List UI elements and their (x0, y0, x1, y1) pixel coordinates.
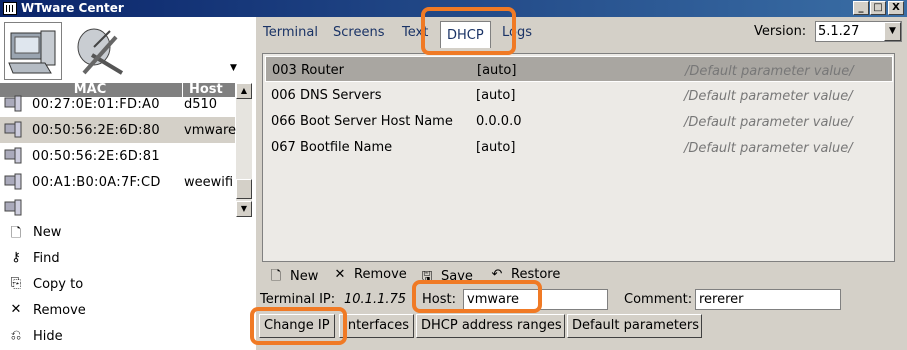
list-item[interactable]: 00:27:0E:01:FD:A0 d510 (0, 91, 235, 117)
tab-logs[interactable]: Logs (502, 25, 532, 40)
change-ip-button[interactable]: Change IP (259, 314, 335, 338)
interfaces-button[interactable]: Interfaces (339, 314, 414, 338)
table-row[interactable]: 067 Bootfile Name [auto] /Default parame… (265, 134, 893, 160)
app-icon (3, 2, 17, 15)
wtware-window: WTware Center _ □ X ▼ MAC Host 00:27:0E:… (0, 0, 907, 350)
host-name: vmware (184, 123, 237, 138)
list-item-selected[interactable]: 00:50:56:2E:6D:80 vmware (0, 117, 237, 143)
left-panel: ▼ MAC Host 00:27:0E:01:FD:A0 d510 00:50:… (0, 17, 256, 350)
param-name: 006 DNS Servers (271, 88, 382, 103)
x-icon: ✕ (10, 302, 22, 317)
computer-icon (4, 173, 22, 190)
save-icon: 🖫 (421, 269, 433, 284)
version-value: 5.1.27 (818, 24, 860, 39)
action-label: New (33, 225, 62, 240)
comment-label: Comment: (624, 292, 693, 307)
action-label: Hide (33, 329, 63, 344)
version-select[interactable]: 5.1.27 ▼ (815, 21, 902, 42)
default-parameters-button[interactable]: Default parameters (567, 314, 702, 338)
x-icon: ✕ (334, 267, 346, 282)
scroll-down-icon[interactable]: ▼ (236, 201, 252, 217)
dhcp-parameters-table[interactable]: 003 Router [auto] /Default parameter val… (262, 53, 895, 262)
mac-address: 00:50:56:2E:6D:80 (32, 123, 160, 138)
hide-icon: ⎌ (10, 328, 22, 343)
save-param-button[interactable]: 🖫 Save (419, 267, 473, 289)
param-desc: /Default parameter value/ (684, 115, 853, 130)
computer-icon (4, 121, 22, 138)
action-label: Remove (33, 303, 86, 318)
param-value: [auto] (476, 88, 516, 103)
comment-input[interactable]: rererer (695, 289, 841, 310)
new-doc-icon: 🗋 (270, 269, 282, 284)
close-button[interactable]: X (888, 1, 904, 15)
table-row[interactable]: 066 Boot Server Host Name 0.0.0.0 /Defau… (265, 108, 893, 134)
settings-view-button[interactable] (72, 25, 130, 77)
param-desc: /Default parameter value/ (685, 64, 854, 79)
action-label: Copy to (33, 277, 84, 292)
mac-address: 00:50:56:2E:6D:81 (32, 149, 160, 164)
chevron-down-icon[interactable]: ▼ (884, 22, 901, 41)
list-item[interactable]: 00:A1:B0:0A:7F:CD weewifi (0, 169, 235, 195)
scroll-thumb[interactable] (236, 179, 252, 199)
param-name: 003 Router (272, 63, 345, 78)
dhcp-address-ranges-button[interactable]: DHCP address ranges (416, 314, 565, 338)
list-item[interactable]: 00:50:56:2E:6D:81 (0, 143, 235, 169)
minimize-button[interactable]: _ (853, 1, 869, 15)
tab-strip: Terminal Screens Text DHCP Logs (256, 17, 907, 52)
restore-param-button[interactable]: ↶ Restore (489, 267, 561, 282)
param-desc: /Default parameter value/ (684, 89, 853, 104)
tab-screens[interactable]: Screens (333, 25, 384, 40)
scroll-up-icon[interactable]: ▲ (236, 83, 252, 99)
param-name: 066 Boot Server Host Name (271, 114, 453, 129)
table-row[interactable]: 006 DNS Servers [auto] /Default paramete… (265, 82, 893, 108)
title-bar[interactable]: WTware Center _ □ X (0, 0, 907, 17)
param-value: [auto] (476, 140, 516, 155)
satellite-tools-icon (77, 28, 124, 75)
host-name: d510 (184, 97, 218, 112)
terminal-ip-label: Terminal IP: (260, 292, 336, 307)
action-label: Find (33, 251, 60, 266)
copy-icon: ⎘ (10, 276, 22, 291)
button-label: New (290, 269, 319, 284)
version-label: Version: (754, 24, 807, 39)
key-icon: ⚷ (11, 250, 21, 265)
list-item[interactable] (0, 195, 235, 217)
undo-icon: ↶ (491, 267, 503, 282)
host-name: weewifi (184, 175, 234, 190)
param-name: 067 Bootfile Name (271, 140, 393, 155)
terminal-ip-value: 10.1.1.75 (344, 292, 407, 307)
maximize-button[interactable]: □ (870, 1, 886, 15)
new-param-button[interactable]: 🗋 New (268, 267, 319, 289)
terminal-list[interactable]: MAC Host 00:27:0E:01:FD:A0 d510 00:50:56… (0, 83, 252, 217)
host-label: Host: (422, 292, 456, 307)
tab-text[interactable]: Text (402, 25, 428, 40)
param-value: [auto] (477, 63, 517, 78)
mac-address: 00:27:0E:01:FD:A0 (32, 97, 160, 112)
button-label: Save (441, 269, 473, 284)
computer-icon (4, 199, 22, 216)
mac-address: 00:A1:B0:0A:7F:CD (32, 175, 161, 190)
tab-dhcp[interactable]: DHCP (440, 21, 491, 48)
remove-param-button[interactable]: ✕ Remove (332, 267, 407, 282)
computer-icon (4, 95, 22, 112)
button-label: Restore (511, 267, 561, 282)
list-scrollbar[interactable]: ▲ ▼ (236, 83, 252, 217)
button-label: Remove (354, 267, 407, 282)
host-input[interactable]: vmware (463, 289, 608, 310)
terminals-view-button[interactable] (4, 22, 62, 80)
computer-icon (4, 147, 22, 164)
tab-terminal[interactable]: Terminal (263, 25, 318, 40)
table-row-selected[interactable]: 003 Router [auto] /Default parameter val… (265, 56, 893, 82)
chevron-down-icon[interactable]: ▼ (230, 63, 237, 73)
param-desc: /Default parameter value/ (684, 141, 853, 156)
param-value: 0.0.0.0 (476, 114, 522, 129)
computer-icon (8, 30, 56, 74)
new-doc-icon: 🗋 (10, 226, 22, 241)
window-title: WTware Center (21, 1, 124, 15)
